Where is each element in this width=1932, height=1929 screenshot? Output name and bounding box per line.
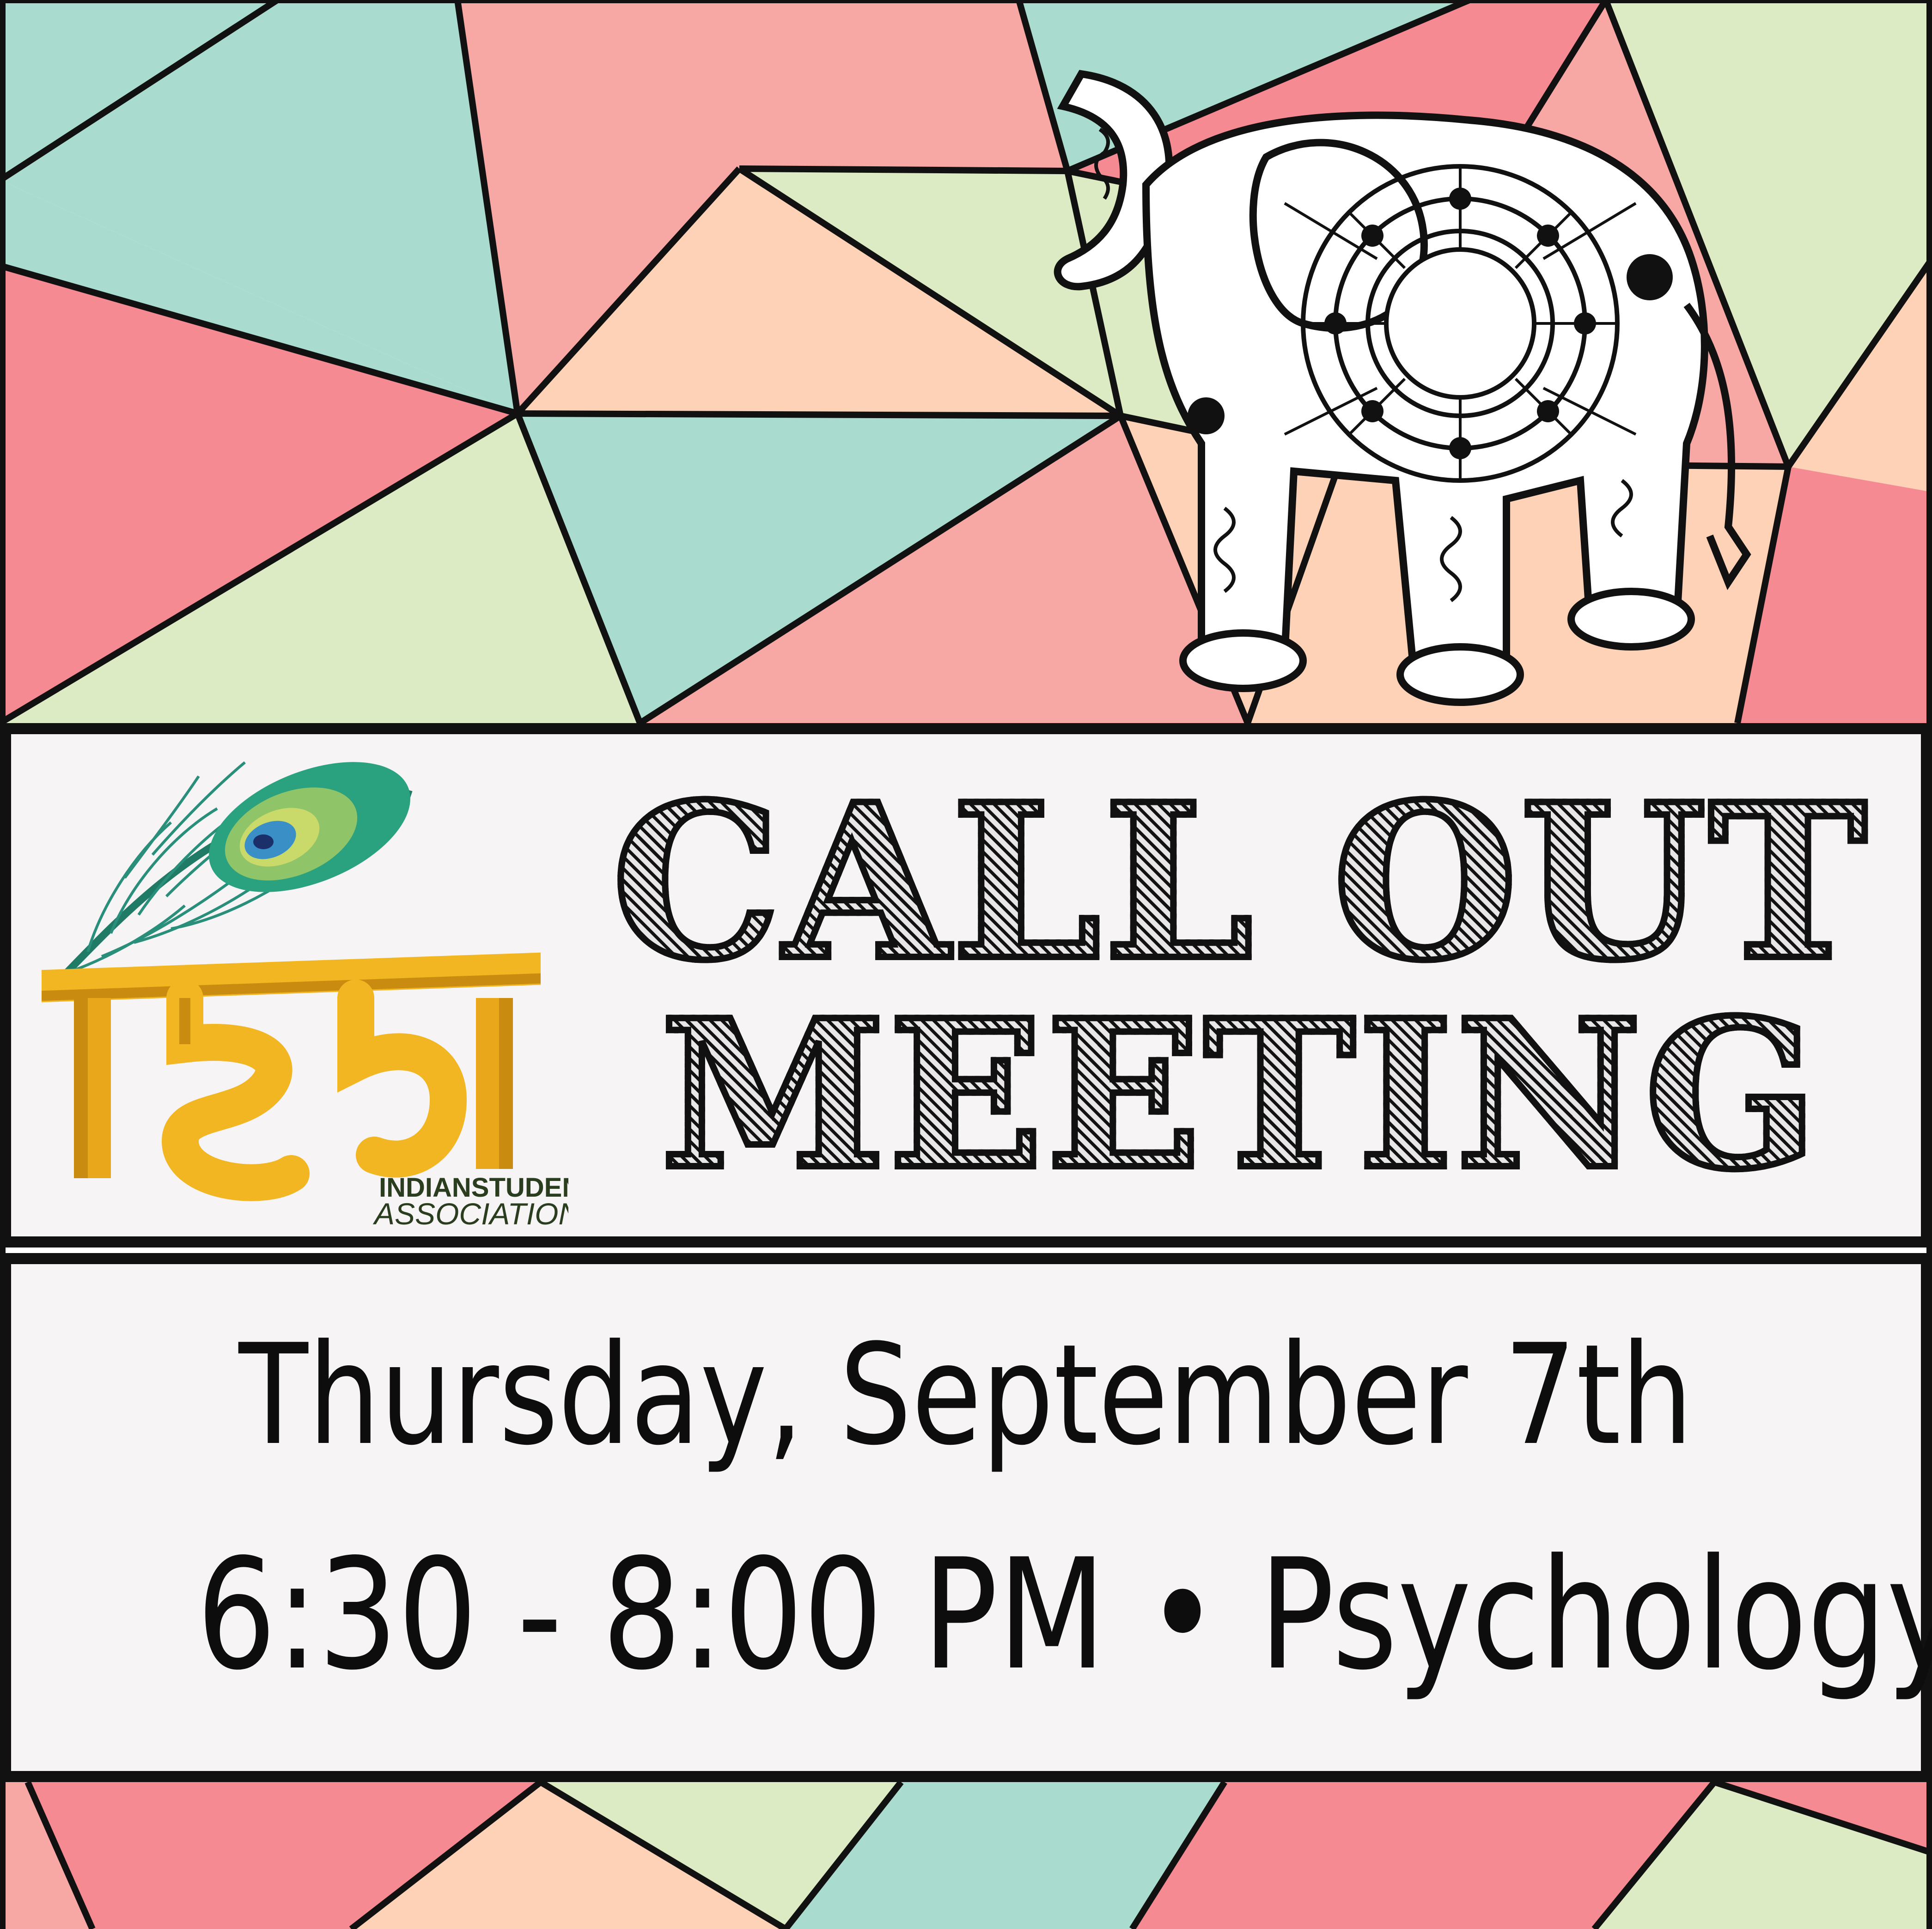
event-date: Thursday, September 7th: [238, 1314, 1693, 1476]
flyer: INDIANSTUDENT ASSOCIATION CALL OUT MEETI…: [0, 0, 1932, 1929]
mandala-elephant-icon: [1054, 70, 1751, 706]
event-time-location: 6:30 - 8:00 PM • Psychology 100: [196, 1526, 1932, 1704]
title-line-1: CALL OUT: [609, 758, 1870, 1007]
peacock-feather-icon: [48, 761, 413, 992]
logo-org-line2: ASSOCIATION: [372, 1197, 568, 1231]
title-line-2: MEETING: [658, 975, 1822, 1214]
isa-letters: [42, 952, 541, 1201]
isa-logo: INDIANSTUDENT ASSOCIATION: [42, 761, 568, 1231]
